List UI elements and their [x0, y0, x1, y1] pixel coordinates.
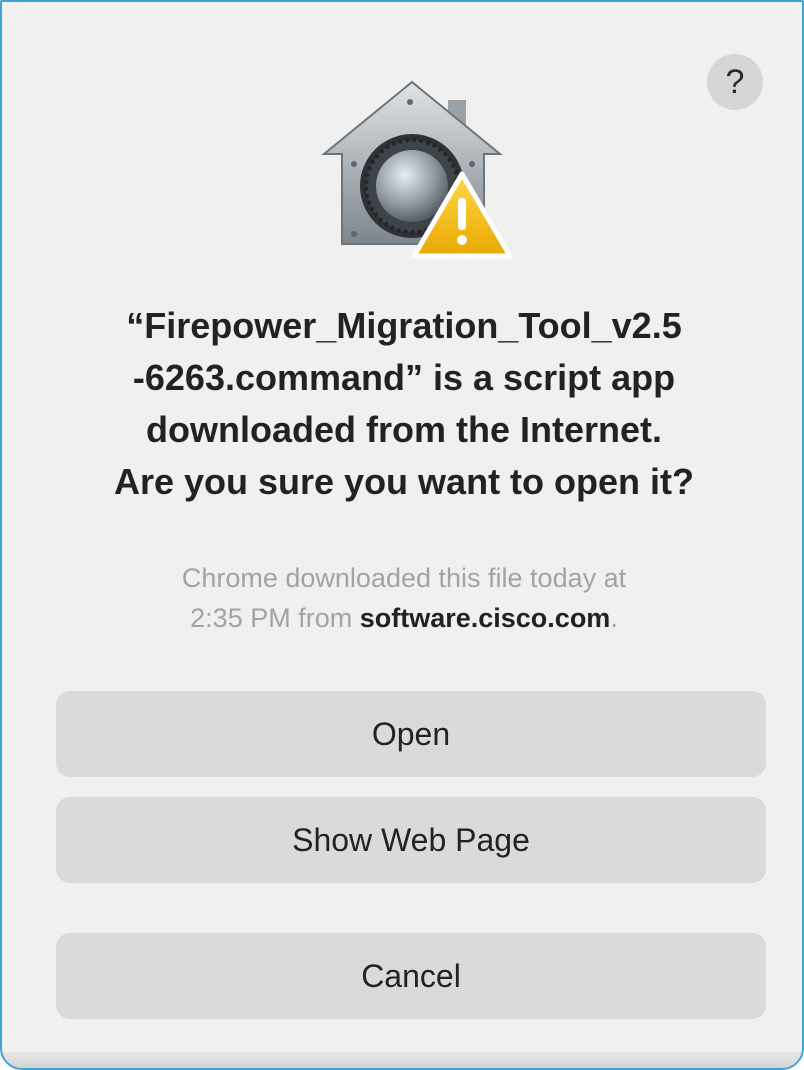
title-line: -6263.command” is a script app	[132, 357, 676, 398]
security-dialog: ? “Firepower_Migration_Tool_v2.5 -6263.c…	[0, 0, 804, 1070]
download-info: Chrome downloaded this file today at 2:3…	[62, 558, 746, 638]
title-line: “Firepower_Migration_Tool_v2.5	[126, 305, 682, 346]
download-info-line: Chrome downloaded this file today at	[181, 563, 627, 593]
gatekeeper-warning-icon	[321, 80, 513, 259]
help-button[interactable]: ?	[707, 54, 763, 110]
show-web-page-button[interactable]: Show Web Page	[56, 797, 766, 883]
cancel-button[interactable]: Cancel	[56, 933, 766, 1019]
title-line: downloaded from the Internet.	[145, 409, 662, 450]
download-info-line: 2:35 PM from software.cisco.com.	[62, 598, 746, 638]
title-line: Are you sure you want to open it?	[113, 461, 695, 502]
download-info-suffix: .	[610, 603, 618, 633]
dialog-title: “Firepower_Migration_Tool_v2.5 -6263.com…	[42, 300, 766, 508]
download-time: 2:35 PM from	[190, 603, 360, 633]
open-button[interactable]: Open	[56, 691, 766, 777]
download-source: software.cisco.com	[359, 603, 611, 633]
